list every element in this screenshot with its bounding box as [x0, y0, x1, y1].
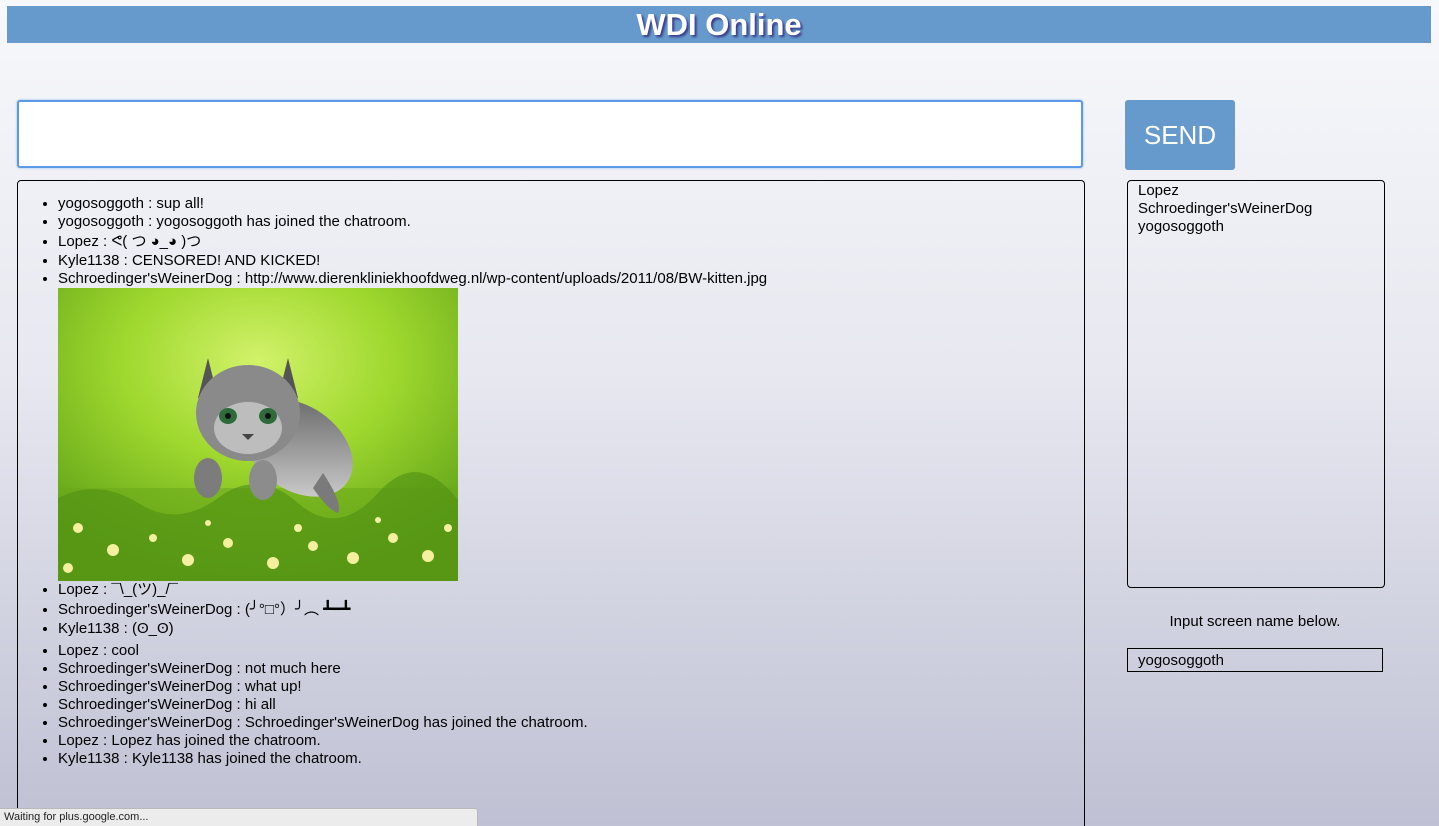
message-item: Schroedinger'sWeinerDog : (╯°□°）╯︵ ┻━┻	[58, 599, 1084, 620]
message-item: Kyle1138 : CENSORED! AND KICKED!	[58, 252, 1084, 270]
message-item: yogosoggoth : sup all!	[58, 195, 1084, 213]
message-text: (ʘ_ʘ)	[131, 620, 174, 637]
message-item: Lopez : ¯\_(ツ)_/¯	[58, 581, 1084, 599]
message-item: Schroedinger'sWeinerDog : what up!	[58, 678, 1084, 696]
message-separator: :	[98, 642, 112, 659]
message-item: Lopez : Lopez has joined the chatroom.	[58, 732, 1084, 750]
message-list: yogosoggoth : sup all! yogosoggoth : yog…	[18, 181, 1084, 768]
chat-log[interactable]: yogosoggoth : sup all! yogosoggoth : yog…	[17, 180, 1085, 826]
message-separator: :	[232, 601, 245, 618]
message-text: sup all!	[156, 195, 204, 212]
message-separator: :	[232, 660, 245, 677]
message-user: Schroedinger'sWeinerDog	[58, 601, 233, 618]
message-separator: :	[119, 620, 132, 637]
message-text: yogosoggoth has joined the chatroom.	[156, 213, 411, 230]
user-list-item: yogosoggoth	[1138, 218, 1224, 235]
message-separator: :	[232, 696, 245, 713]
message-item: Kyle1138 : (ʘ_ʘ)	[58, 620, 1084, 638]
message-user: yogosoggoth	[58, 195, 144, 212]
message-text: Schroedinger'sWeinerDog has joined the c…	[244, 714, 588, 731]
message-item: yogosoggoth : yogosoggoth has joined the…	[58, 213, 1084, 231]
message-text: http://www.dierenkliniekhoofdweg.nl/wp-c…	[244, 270, 768, 287]
message-text: Lopez has joined the chatroom.	[111, 732, 321, 749]
message-user: Schroedinger'sWeinerDog	[58, 696, 233, 713]
message-separator: :	[119, 252, 132, 269]
message-text: what up!	[244, 678, 302, 695]
message-user: Kyle1138	[58, 252, 120, 269]
message-user: Schroedinger'sWeinerDog	[58, 270, 233, 287]
message-user: Lopez	[58, 642, 99, 659]
app-header: WDI Online	[7, 6, 1431, 43]
message-user: Schroedinger'sWeinerDog	[58, 678, 233, 695]
user-list-item: Lopez	[1138, 182, 1179, 199]
user-list: Lopez Schroedinger'sWeinerDog yogosoggot…	[1127, 180, 1385, 588]
message-user: Lopez	[58, 581, 99, 598]
send-button[interactable]: SEND	[1125, 100, 1235, 170]
message-text: CENSORED! AND KICKED!	[131, 252, 321, 269]
message-text: hi all	[244, 696, 276, 713]
message-item: Kyle1138 : Kyle1138 has joined the chatr…	[58, 750, 1084, 768]
message-item: Lopez : cool	[58, 642, 1084, 660]
screen-name-prompt: Input screen name below.	[1169, 613, 1341, 630]
message-text: not much here	[244, 660, 341, 677]
screen-name-input[interactable]	[1127, 648, 1383, 672]
message-text: ¯\_(ツ)_/¯	[111, 581, 178, 598]
message-item: Schroedinger'sWeinerDog : hi all	[58, 696, 1084, 714]
message-separator: :	[119, 750, 132, 767]
message-item: Lopez : ᕙ( つ ◕_◕ )つ	[58, 231, 1084, 252]
message-item: Schroedinger'sWeinerDog : http://www.die…	[58, 270, 1084, 581]
message-separator: :	[232, 270, 245, 287]
message-text: cool	[111, 642, 139, 659]
kitten-image	[58, 288, 458, 581]
browser-status-bar: Waiting for plus.google.com...	[0, 808, 478, 826]
message-item: Schroedinger'sWeinerDog : Schroedinger's…	[58, 714, 1084, 732]
app-title: WDI Online	[636, 7, 802, 42]
message-user: yogosoggoth	[58, 213, 144, 230]
message-item: Schroedinger'sWeinerDog : not much here	[58, 660, 1084, 678]
user-list-item: Schroedinger'sWeinerDog	[1138, 200, 1313, 217]
message-user: Schroedinger'sWeinerDog	[58, 714, 233, 731]
message-user: Lopez	[58, 732, 99, 749]
message-text: ᕙ( つ ◕_◕ )つ	[111, 233, 202, 250]
message-user: Lopez	[58, 233, 99, 250]
message-text: Kyle1138 has joined the chatroom.	[131, 750, 362, 767]
message-separator: :	[232, 714, 245, 731]
message-separator: :	[98, 233, 112, 250]
message-input[interactable]	[17, 100, 1083, 168]
message-user: Kyle1138	[58, 750, 120, 767]
message-separator: :	[143, 195, 157, 212]
message-user: Schroedinger'sWeinerDog	[58, 660, 233, 677]
message-separator: :	[143, 213, 157, 230]
kitten-photo-illustration	[58, 288, 458, 581]
message-separator: :	[232, 678, 245, 695]
message-text: (╯°□°）╯︵ ┻━┻	[244, 601, 351, 618]
message-separator: :	[98, 732, 112, 749]
message-separator: :	[98, 581, 112, 598]
message-user: Kyle1138	[58, 620, 120, 637]
